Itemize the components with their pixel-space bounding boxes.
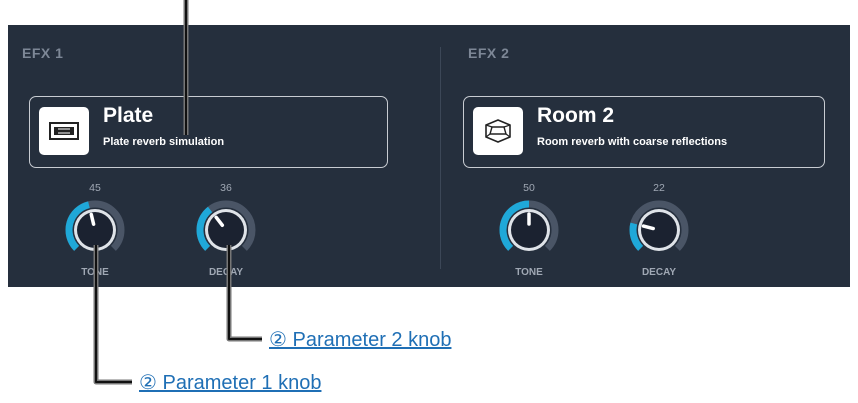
efx1-tone-knob[interactable] (63, 198, 127, 262)
parameter-1-knob-link[interactable]: ② Parameter 1 knob (139, 370, 321, 395)
efx2-tone-value: 50 (523, 182, 535, 194)
efx1-decay-knob[interactable] (194, 198, 258, 262)
efx2-section-label: EFX 2 (468, 45, 510, 61)
efx1-tone-value: 45 (89, 182, 101, 194)
efx1-effect-name: Plate (103, 104, 154, 127)
efx2-effect-name: Room 2 (537, 104, 615, 127)
knob-body (641, 212, 677, 248)
knob-body (208, 212, 244, 248)
efx2-decay-label: DECAY (641, 267, 677, 278)
efx1-tone-label: TONE (81, 267, 109, 278)
parameter-2-knob-link[interactable]: ② Parameter 2 knob (269, 327, 451, 352)
knob-pointer (89, 212, 96, 226)
section-divider (440, 47, 441, 269)
knob-pointer (641, 224, 655, 231)
efx2-tone-knob[interactable] (497, 198, 561, 262)
efx1-decay-label: DECAY (208, 267, 244, 278)
effects-panel: EFX 1 EFX 2 Plate Plate reverb simulatio… (8, 25, 850, 287)
plate-reverb-icon (39, 107, 89, 155)
efx1-effect-card[interactable]: Plate Plate reverb simulation (29, 96, 388, 168)
room-reverb-icon (473, 107, 523, 155)
efx2-tone-label: TONE (515, 267, 543, 278)
efx1-decay-value: 36 (220, 182, 232, 194)
efx1-section-label: EFX 1 (22, 45, 64, 61)
knob-body (77, 212, 113, 248)
efx1-effect-description: Plate reverb simulation (103, 136, 225, 148)
efx2-effect-card[interactable]: Room 2 Room reverb with coarse reflectio… (463, 96, 825, 168)
efx2-decay-knob[interactable] (627, 198, 691, 262)
efx2-effect-description: Room reverb with coarse reflections (537, 136, 728, 148)
efx2-decay-value: 22 (653, 182, 665, 194)
